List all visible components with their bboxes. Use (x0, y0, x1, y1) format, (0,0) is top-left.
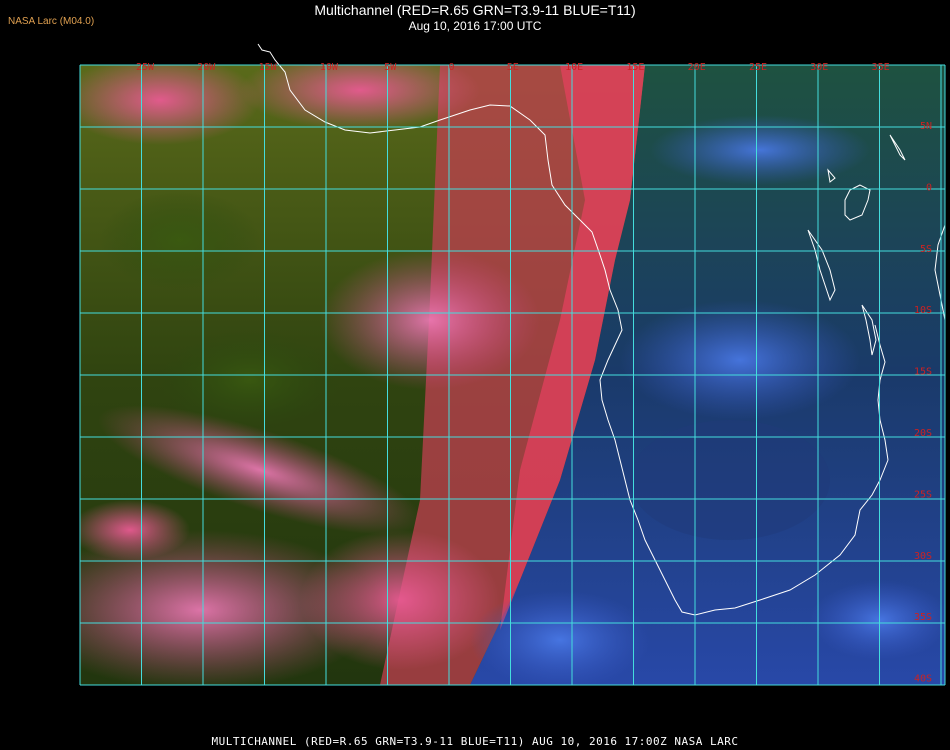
grid-label: 25W (136, 62, 155, 73)
grid-label: 5W (384, 62, 397, 73)
grid-label: 20W (197, 62, 216, 73)
cloud-mass (470, 590, 650, 685)
cloud-mass (320, 250, 540, 390)
grid-label: 5E (507, 62, 519, 73)
grid-label: 10W (320, 62, 339, 73)
grid-label: 25E (749, 62, 767, 73)
grid-label: 15E (626, 62, 644, 73)
grid-label: 40S (914, 674, 932, 685)
grid-label: 0 (926, 182, 932, 193)
cloud-field (300, 530, 500, 670)
land-surface (630, 420, 830, 540)
cloud-mass (620, 300, 860, 420)
grid-label: 30E (810, 62, 828, 73)
grid-label: 10E (565, 62, 583, 73)
clear-sky (160, 330, 340, 430)
cloud-mass (80, 500, 190, 560)
grid-label: 20S (914, 428, 932, 439)
grid-label: 0 (448, 62, 454, 73)
grid-label: 35S (914, 612, 932, 623)
cloud-mass (80, 65, 260, 145)
grid-label: 35E (872, 62, 890, 73)
grid-label: 15W (259, 62, 278, 73)
grid-label: 20E (688, 62, 706, 73)
grid-label: 10S (914, 305, 932, 316)
cloud-mass (650, 115, 870, 185)
grid-label: 15S (914, 367, 932, 378)
clear-sky (100, 190, 260, 290)
grid-label: 5S (920, 244, 932, 255)
grid-label: 30S (914, 551, 932, 562)
satellite-map: 25W 20W 15W 10W 5W 0 5E 10E 15E 20E 25E 30E 35E 5N 0 5S… (79, 43, 946, 686)
grid-label: 5N (920, 121, 932, 132)
grid-label: 25S (914, 489, 932, 500)
footer-caption: MULTICHANNEL (RED=R.65 GRN=T3.9-11 BLUE=… (211, 735, 739, 748)
imagery-layer (80, 65, 945, 685)
